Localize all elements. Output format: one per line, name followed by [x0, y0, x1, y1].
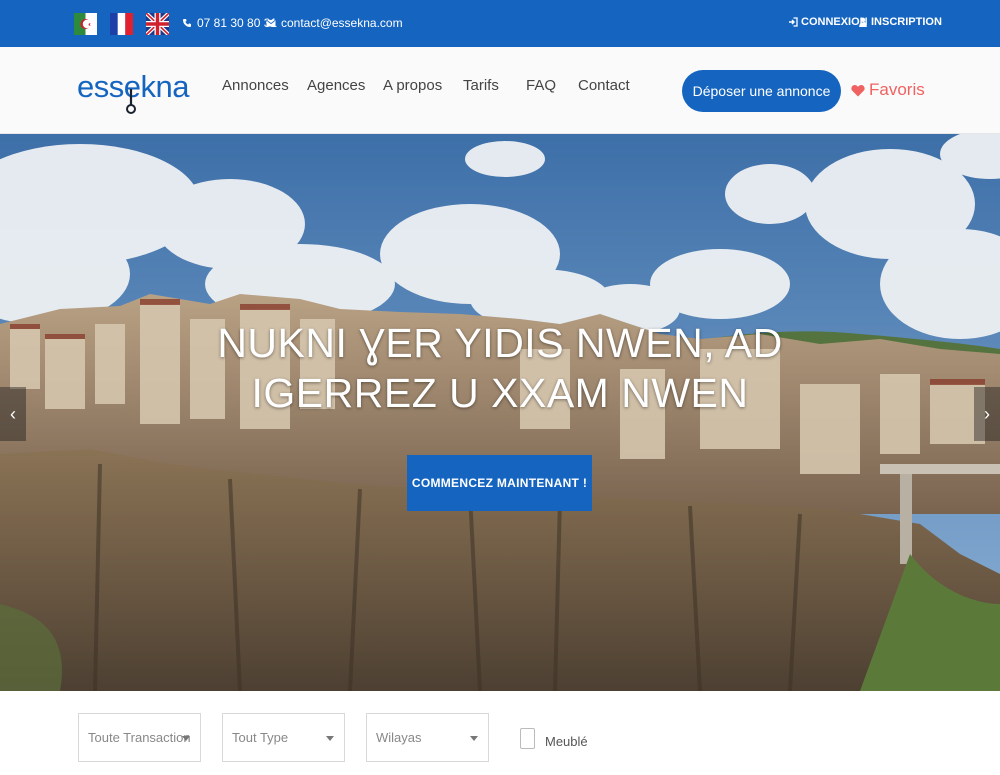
hero-headline: NUKNI ƔER YIDIS NWEN, AD IGERREZ U XXAM …	[200, 318, 800, 418]
top-bar: 07 81 30 80 31 contact@essekna.com CONNE…	[0, 0, 1000, 47]
nav-agences[interactable]: Agences	[307, 77, 365, 94]
property-type-select[interactable]: Tout Type	[222, 713, 345, 762]
nav-a-propos[interactable]: A propos	[383, 77, 442, 94]
transaction-select-value: Toute Transaction	[88, 730, 191, 745]
nav-contact[interactable]: Contact	[578, 77, 630, 94]
caret-down-icon	[326, 736, 334, 741]
sign-in-icon	[789, 17, 798, 27]
hero-headline-line2: IGERREZ U XXAM NWEN	[251, 370, 749, 416]
phone-contact[interactable]: 07 81 30 80 31	[182, 16, 277, 30]
chevron-left-icon: ‹	[10, 403, 16, 424]
login-link[interactable]: CONNEXION	[788, 16, 868, 28]
search-filters: Toute Transaction Tout Type Wilayas Meub…	[0, 691, 1000, 775]
furnished-checkbox[interactable]	[520, 728, 535, 749]
start-now-button[interactable]: COMMENCEZ MAINTENANT !	[407, 455, 592, 511]
nav-tarifs[interactable]: Tarifs	[463, 77, 499, 94]
transaction-select[interactable]: Toute Transaction	[78, 713, 201, 762]
user-icon	[859, 17, 867, 27]
post-ad-button[interactable]: Déposer une annonce	[682, 70, 841, 112]
wilaya-select-value: Wilayas	[376, 730, 422, 745]
hero-headline-line1: NUKNI ƔER YIDIS NWEN, AD	[217, 320, 783, 366]
furnished-label: Meublé	[545, 734, 588, 749]
nav-faq[interactable]: FAQ	[526, 77, 556, 94]
wilaya-select[interactable]: Wilayas	[366, 713, 489, 762]
phone-icon	[183, 19, 191, 27]
france-flag-icon[interactable]	[110, 13, 133, 35]
hero-banner: ‹ › NUKNI ƔER YIDIS NWEN, AD IGERREZ U X…	[0, 134, 1000, 691]
email-contact[interactable]: contact@essekna.com	[266, 16, 403, 30]
carousel-next-button[interactable]: ›	[974, 387, 1000, 441]
signup-label: INSCRIPTION	[871, 16, 942, 28]
heart-icon	[851, 84, 865, 96]
signup-link[interactable]: INSCRIPTION	[858, 16, 942, 28]
caret-down-icon	[182, 736, 190, 741]
chevron-right-icon: ›	[984, 403, 990, 424]
favorites-label: Favoris	[869, 80, 925, 99]
carousel-prev-button[interactable]: ‹	[0, 387, 26, 441]
favorites-link[interactable]: Favoris	[851, 80, 925, 100]
property-type-select-value: Tout Type	[232, 730, 289, 745]
email-address: contact@essekna.com	[281, 16, 403, 30]
caret-down-icon	[470, 736, 478, 741]
algeria-flag-icon[interactable]	[74, 13, 97, 35]
uk-flag-icon[interactable]	[146, 13, 169, 35]
envelope-icon	[266, 19, 276, 27]
logo-key-icon	[126, 89, 136, 114]
main-header: essekna Annonces Agences A propos Tarifs…	[0, 47, 1000, 134]
nav-annonces[interactable]: Annonces	[222, 77, 289, 94]
